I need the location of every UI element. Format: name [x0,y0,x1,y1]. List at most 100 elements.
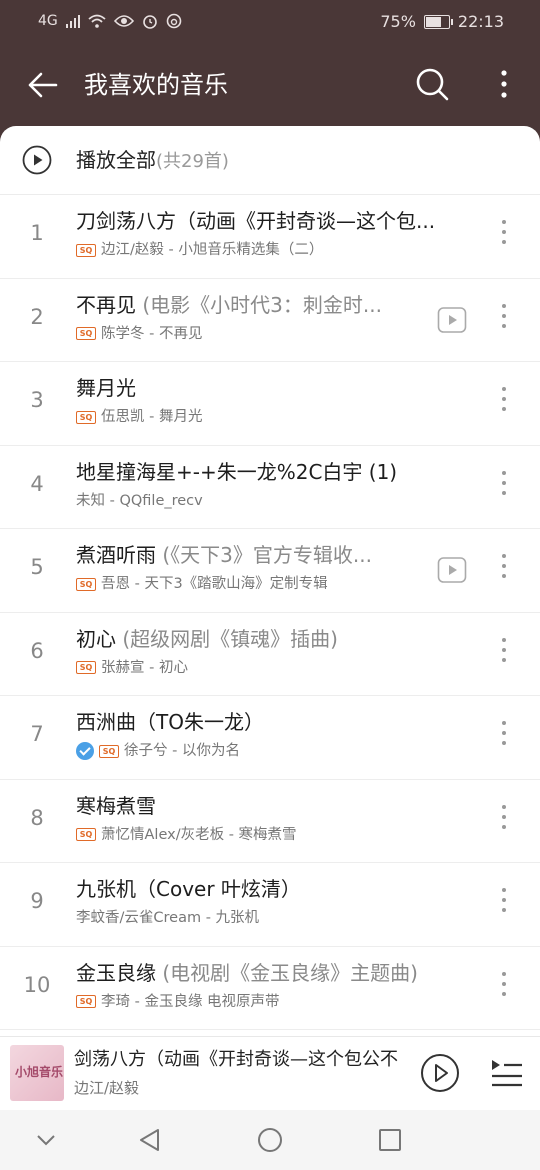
album-cover[interactable]: 小旭音乐 [10,1045,64,1101]
nav-recents-icon[interactable] [376,1126,404,1154]
network-label: 4G [38,13,58,29]
song-meta: SQ 边江/赵毅 - 小旭音乐精选集（二） [76,240,323,260]
song-meta: SQ 李琦 - 金玉良缘 电视原声带 [76,992,280,1012]
song-list-panel: 播放全部(共29首) 1 刀剑荡八方（动画《开封奇谈—这个包... SQ 边江/赵毅 … [0,126,540,1036]
sq-badge: SQ [76,661,96,674]
song-title-line: 西洲曲（TO朱一龙） [76,708,471,736]
song-index: 3 [30,388,44,412]
song-title-line: 金玉良缘 (电视剧《金玉良缘》主题曲) [76,959,471,987]
sq-badge: SQ [76,995,96,1008]
nav-back-icon[interactable] [136,1126,164,1154]
song-title-line: 寒梅煮雪 [76,792,471,820]
song-row[interactable]: 9 九张机（Cover 叶炫清） 李蚊香/云雀Cream - 九张机 [0,863,540,947]
song-title: 舞月光 [76,376,136,400]
song-more-icon[interactable] [497,971,511,1004]
song-index: 7 [30,722,44,746]
song-title-line: 煮酒听雨 (《天下3》官方专辑收... [76,541,426,569]
battery-icon [423,14,453,29]
song-row[interactable]: 1 刀剑荡八方（动画《开封奇谈—这个包... SQ 边江/赵毅 - 小旭音乐精选集（二… [0,195,540,279]
sq-badge: SQ [76,327,96,340]
song-meta: SQ 陈学冬 - 不再见 [76,324,202,344]
netease-icon [166,13,182,29]
song-title: 西洲曲（TO朱一龙） [76,710,264,734]
song-more-icon[interactable] [497,888,511,920]
song-subtitle: (电视剧《金玉良缘》主题曲) [162,960,418,985]
song-index: 4 [30,471,44,496]
song-artist-album: 李蚊香/云雀Cream - 九张机 [76,910,260,926]
song-index: 10 [23,972,51,997]
song-title-line: 初心 (超级网剧《镇魂》插曲) [76,625,471,653]
nav-home-icon[interactable] [256,1126,284,1154]
song-title: 寒梅煮雪 [76,793,156,818]
song-list: 1 刀剑荡八方（动画《开封奇谈—这个包... SQ 边江/赵毅 - 小旭音乐精选集（二… [0,195,540,1030]
mv-video-icon[interactable] [437,305,467,335]
eye-icon [113,15,134,27]
back-arrow-icon[interactable] [26,68,60,102]
song-subtitle: (超级网剧《镇魂》插曲) [122,626,338,651]
song-row[interactable]: 3 舞月光 SQ 伍思凯 - 舞月光 [0,362,540,446]
song-meta: SQ 吾恩 - 天下3《踏歌山海》定制专辑 [76,574,328,594]
song-index: 8 [30,805,44,830]
song-artist-album: 徐子兮 - 以你为名 [124,743,240,759]
song-title: 地星撞海星+-+朱一龙%2C白宇 (1) [76,459,398,484]
song-index: 5 [30,555,44,579]
more-options-icon[interactable] [492,66,516,102]
song-artist-album: 萧忆情Alex/灰老板 - 寒梅煮雪 [101,826,297,843]
clock: 22:13 [457,12,504,31]
search-icon[interactable] [414,66,450,102]
song-more-icon[interactable] [497,303,511,336]
sq-badge: SQ [76,828,96,841]
song-row[interactable]: 8 寒梅煮雪 SQ 萧忆情Alex/灰老板 - 寒梅煮雪 [0,780,540,863]
song-row[interactable]: 5 煮酒听雨 (《天下3》官方专辑收... SQ 吾恩 - 天下3《踏歌山海》定制专辑 [0,529,540,613]
song-row[interactable]: 4 地星撞海星+-+朱一龙%2C白宇 (1) 未知 - QQfile_recv [0,446,540,529]
sq-badge: SQ [76,243,96,257]
song-artist-album: 伍思凯 - 舞月光 [101,409,203,425]
song-artist-album: 边江/赵毅 - 小旭音乐精选集（二） [101,242,324,258]
song-title: 刀剑荡八方（动画《开封奇谈—这个包... [76,209,436,233]
sq-badge: SQ [76,577,96,591]
play-all-label: 播放全部 [76,148,156,172]
song-meta: SQ 徐子兮 - 以你为名 [76,741,240,761]
song-more-icon[interactable] [497,387,511,419]
song-title: 不再见 [76,292,143,317]
song-more-icon[interactable] [497,721,511,753]
song-more-icon[interactable] [497,637,511,670]
song-meta: SQ 伍思凯 - 舞月光 [76,407,202,427]
song-artist-album: 张赫宣 - 初心 [101,659,188,676]
song-title-line: 舞月光 [76,374,471,402]
battery-percent: 75% [380,12,416,31]
song-index: 6 [30,638,44,663]
now-playing-title: 剑荡八方（动画《开封奇谈—这个包公不 [74,1049,398,1070]
song-artist-album: 吾恩 - 天下3《踏歌山海》定制专辑 [101,576,328,592]
song-row[interactable]: 10 金玉良缘 (电视剧《金玉良缘》主题曲) SQ 李琦 - 金玉良缘 电视原声带 [0,947,540,1030]
song-count: (共29首) [156,151,229,172]
song-meta: 李蚊香/云雀Cream - 九张机 [76,908,259,928]
song-more-icon[interactable] [497,470,511,503]
page-title: 我喜欢的音乐 [84,71,228,99]
wifi-icon [88,14,106,28]
song-row[interactable]: 7 西洲曲（TO朱一龙） SQ 徐子兮 - 以你为名 [0,696,540,780]
song-index: 2 [30,304,44,329]
song-title: 煮酒听雨 [76,543,163,567]
playlist-icon[interactable] [490,1057,524,1089]
play-circle-icon [22,145,52,175]
song-meta: 未知 - QQfile_recv [76,491,203,511]
song-subtitle: (《天下3》官方专辑收... [162,543,372,567]
song-title-line: 刀剑荡八方（动画《开封奇谈—这个包... [76,207,471,235]
song-title-line: 九张机（Cover 叶炫清） [76,875,471,903]
signal-icon [65,15,80,28]
song-index: 9 [30,889,44,913]
play-icon[interactable] [420,1053,460,1093]
song-row[interactable]: 6 初心 (超级网剧《镇魂》插曲) SQ 张赫宣 - 初心 [0,613,540,696]
song-row[interactable]: 2 不再见 (电影《小时代3：刺金时... SQ 陈学冬 - 不再见 [0,279,540,362]
song-more-icon[interactable] [497,804,511,837]
nav-collapse-icon[interactable] [32,1126,60,1154]
sq-badge: SQ [99,744,119,758]
play-all-button[interactable]: 播放全部(共29首) [0,126,540,195]
mini-player[interactable]: 小旭音乐 剑荡八方（动画《开封奇谈—这个包公不 边江/赵毅 [0,1036,540,1111]
song-meta: SQ 张赫宣 - 初心 [76,658,188,678]
song-more-icon[interactable] [497,554,511,586]
song-artist-album: 陈学冬 - 不再见 [101,325,203,342]
mv-video-icon[interactable] [437,555,467,585]
song-more-icon[interactable] [497,220,511,252]
